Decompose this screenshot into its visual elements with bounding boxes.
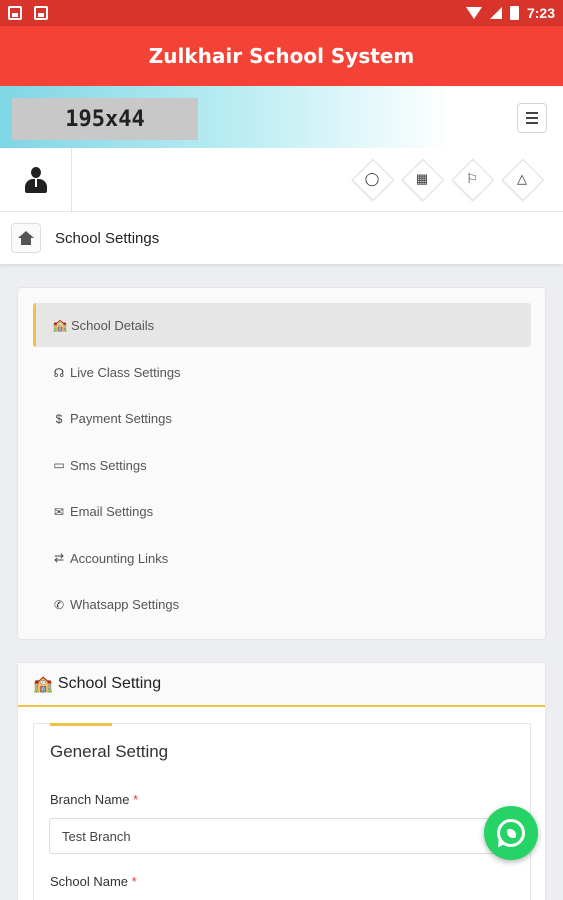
bell-icon[interactable]: △ [503,160,541,198]
image-notification-icon [8,6,22,20]
wifi-icon [465,7,482,19]
settings-item-accounting[interactable]: ⇄ Accounting Links [33,535,531,581]
general-setting-section: General Setting Branch Name * School Nam… [33,723,531,900]
dollar-icon: $ [55,411,63,426]
settings-item-live-class[interactable]: ☊ Live Class Settings [33,349,531,395]
school-icon: 🏫 [33,676,53,693]
globe-icon[interactable]: ◯ [353,160,391,198]
field-label: Branch Name [50,792,130,807]
settings-item-label: Accounting Links [70,550,169,566]
user-avatar-button[interactable] [0,148,72,212]
school-setting-card: 🏫 School Setting General Setting Branch … [17,662,546,900]
settings-item-label: Payment Settings [70,411,172,427]
settings-item-label: Whatsapp Settings [70,597,180,613]
whatsapp-icon [497,819,525,847]
battery-icon [509,6,519,20]
menu-line-icon [526,117,538,119]
breadcrumb: School Settings [0,212,563,264]
signal-icon [489,7,502,19]
form-header: 🏫 School Setting [18,663,545,707]
settings-item-label: Email Settings [70,504,154,520]
section-accent [50,723,112,726]
required-mark: * [131,874,137,889]
calendar-icon[interactable]: ▦ [403,160,441,198]
whatsapp-chat-button[interactable] [484,806,538,860]
app-title: Zulkhair School System [148,44,415,68]
settings-item-label: School Details [71,317,155,333]
settings-item-label: Sms Settings [70,457,147,473]
settings-list: 🏫 School Details ☊ Live Class Settings $… [33,303,531,628]
settings-item-email[interactable]: ✉ Email Settings [33,489,531,535]
status-time: 7:23 [526,5,555,21]
envelope-icon: ✉ [53,504,65,519]
menu-line-icon [526,112,538,114]
headset-icon: ☊ [53,365,65,380]
shuffle-icon: ⇄ [53,551,65,566]
status-bar: 7:23 [0,0,563,26]
app-bar: Zulkhair School System [0,26,563,86]
settings-item-sms[interactable]: ▭ Sms Settings [33,442,531,488]
home-icon [18,231,34,245]
field-label: School Name [50,874,129,889]
brand-bar: 195x44 [0,86,563,148]
school-name-label: School Name * [50,874,137,889]
settings-item-whatsapp[interactable]: ✆ Whatsapp Settings [33,581,531,627]
monitor-icon: ▭ [53,458,65,473]
menu-line-icon [526,122,538,124]
home-button[interactable] [11,223,41,253]
settings-item-school-details[interactable]: 🏫 School Details [33,303,531,347]
form-header-title: School Setting [57,675,162,692]
user-icon [24,167,47,193]
settings-item-payment[interactable]: $ Payment Settings [33,396,531,442]
flag-icon[interactable]: ⚐ [453,160,491,198]
section-title: General Setting [50,742,169,761]
required-mark: * [133,792,139,807]
branch-name-label: Branch Name * [50,792,138,807]
settings-item-label: Live Class Settings [70,365,181,381]
breadcrumb-current: School Settings [55,229,160,247]
school-icon: 🏫 [52,318,68,332]
settings-menu-card: 🏫 School Details ☊ Live Class Settings $… [17,287,546,640]
logo-placeholder: 195x44 [12,98,198,140]
app-notification-icon [34,6,48,20]
branch-name-input[interactable] [49,818,515,854]
user-toolbar: ◯ ▦ ⚐ △ [0,148,563,212]
whatsapp-icon: ✆ [53,597,65,612]
quick-actions: ◯ ▦ ⚐ △ [353,160,541,198]
hamburger-menu-button[interactable] [517,103,547,133]
